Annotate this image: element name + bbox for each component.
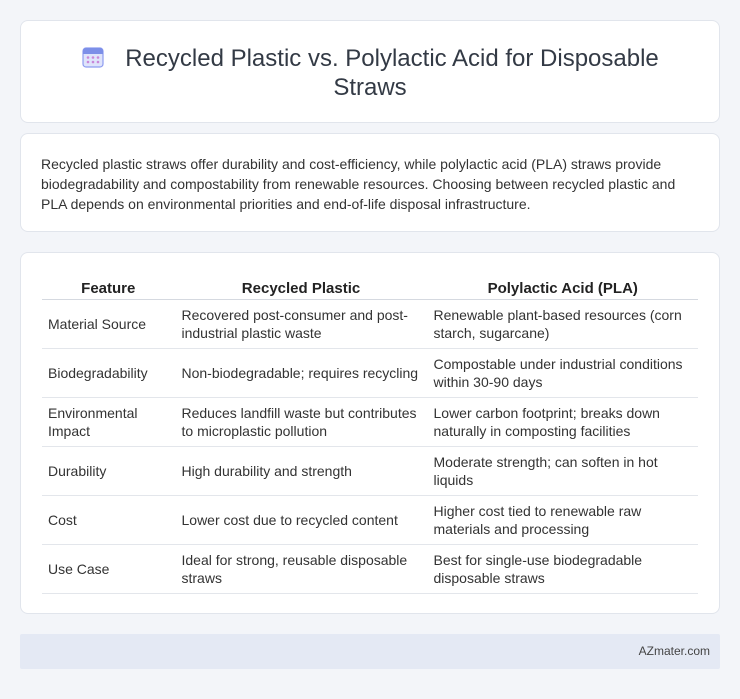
table-cell-recycled-plastic: High durability and strength xyxy=(174,446,427,496)
intro-card: Recycled plastic straws offer durability… xyxy=(20,133,720,232)
column-header-feature: Feature xyxy=(42,273,175,300)
table-cell-recycled-plastic: Ideal for strong, reusable disposable st… xyxy=(174,544,427,594)
table-cell-feature: Cost xyxy=(42,495,175,545)
table-cell-pla: Renewable plant-based resources (corn st… xyxy=(426,299,698,349)
page-title: Recycled Plastic vs. Polylactic Acid for… xyxy=(61,44,679,102)
table-cell-pla: Moderate strength; can soften in hot liq… xyxy=(426,446,698,496)
intro-paragraph: Recycled plastic straws offer durability… xyxy=(41,156,676,212)
table-cell-pla: Higher cost tied to renewable raw materi… xyxy=(426,495,698,545)
table-row: Cost Lower cost due to recycled content … xyxy=(42,495,698,545)
table-header-row: Feature Recycled Plastic Polylactic Acid… xyxy=(42,273,698,300)
table-row: Material Source Recovered post-consumer … xyxy=(42,299,698,349)
table-cell-feature: Material Source xyxy=(42,299,175,349)
table-row: Use Case Ideal for strong, reusable disp… xyxy=(42,544,698,594)
table-cell-feature: Biodegradability xyxy=(42,348,175,398)
table-cell-feature: Durability xyxy=(42,446,175,496)
column-header-recycled-plastic: Recycled Plastic xyxy=(174,273,427,300)
table-cell-recycled-plastic: Non-biodegradable; requires recycling xyxy=(174,348,427,398)
table-cell-pla: Compostable under industrial conditions … xyxy=(426,348,698,398)
table-row: Durability High durability and strength … xyxy=(42,446,698,496)
table-cell-recycled-plastic: Reduces landfill waste but contributes t… xyxy=(174,397,427,447)
table-row: Biodegradability Non-biodegradable; requ… xyxy=(42,348,698,398)
table-cell-recycled-plastic: Lower cost due to recycled content xyxy=(174,495,427,545)
table-row: Environmental Impact Reduces landfill wa… xyxy=(42,397,698,447)
page-title-text: Recycled Plastic vs. Polylactic Acid for… xyxy=(125,45,659,101)
table-cell-feature: Environmental Impact xyxy=(42,397,175,447)
table-cell-pla: Lower carbon footprint; breaks down natu… xyxy=(426,397,698,447)
comparison-table-card: Feature Recycled Plastic Polylactic Acid… xyxy=(20,252,720,614)
table-cell-pla: Best for single-use biodegradable dispos… xyxy=(426,544,698,594)
comparison-table: Feature Recycled Plastic Polylactic Acid… xyxy=(42,273,698,594)
title-card: Recycled Plastic vs. Polylactic Acid for… xyxy=(20,20,720,123)
footer-bar: AZmater.com xyxy=(20,634,720,669)
calendar-icon xyxy=(82,47,104,68)
footer-brand-link[interactable]: AZmater.com xyxy=(639,644,710,658)
column-header-pla: Polylactic Acid (PLA) xyxy=(426,273,698,300)
table-cell-recycled-plastic: Recovered post-consumer and post-industr… xyxy=(174,299,427,349)
table-cell-feature: Use Case xyxy=(42,544,175,594)
